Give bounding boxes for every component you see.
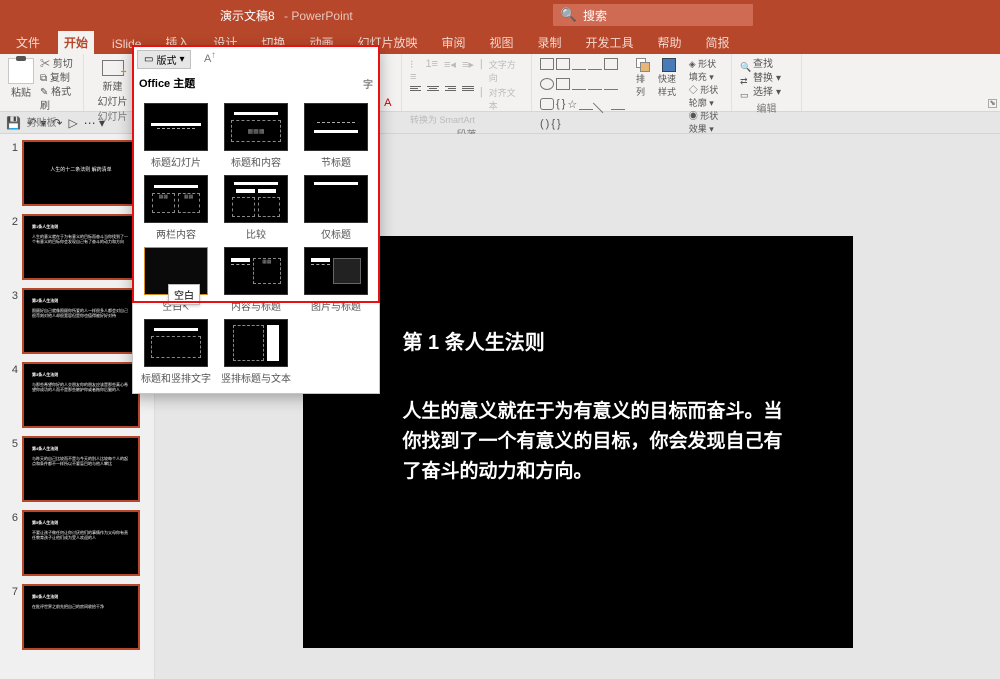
layout-popup: ▭ 版式 ▾ A↑ Office 主题 字 标题幻灯片 ▦▦▦ 标题和内容 节标…	[132, 46, 380, 394]
layout-two-content[interactable]: ▦▦▦▦ 两栏内容	[141, 175, 211, 241]
new-slide-button[interactable]: 新建 幻灯片	[92, 58, 133, 108]
align-center-button[interactable]	[427, 86, 438, 98]
document-title: 演示文稿8 - PowerPoint	[220, 7, 353, 24]
paste-button[interactable]: 粘贴	[8, 58, 34, 114]
arrange-button[interactable]: 排列	[636, 58, 650, 136]
text-direction-button[interactable]: 文字方向	[489, 58, 523, 84]
paste-icon	[8, 58, 34, 84]
fontcolor-button[interactable]: A	[383, 97, 393, 109]
format-painter-button[interactable]: ✎ 格式刷	[40, 86, 75, 114]
align-right-button[interactable]	[445, 86, 456, 98]
slide-title[interactable]: 第 1 条人生法则	[403, 326, 793, 355]
find-icon	[740, 60, 750, 70]
layout-comparison[interactable]: 比较	[221, 175, 291, 241]
select-button[interactable]: 选择 ▾	[740, 86, 793, 100]
layout-vertical-title-text[interactable]: 竖排标题与文本	[221, 319, 291, 385]
search-icon: 🔍	[561, 7, 577, 23]
tab-developer[interactable]: 开发工具	[580, 31, 640, 54]
indent-right-button[interactable]: ≡▸	[462, 58, 474, 84]
slide-thumbnail[interactable]: 2 第1条人生法则人生的意义就在于为有意义的目标而奋斗当你找到了一个有意义的目标…	[4, 214, 150, 280]
quick-styles-button[interactable]: 快速样式	[658, 58, 681, 136]
align-text-button[interactable]: 对齐文本	[489, 86, 523, 112]
app-name: - PowerPoint	[284, 9, 353, 23]
find-button[interactable]: 查找	[740, 58, 793, 72]
select-icon	[740, 88, 750, 98]
slide-thumbnail[interactable]: 1 人生的十二条法则 解药清单	[4, 140, 150, 206]
layout-section-header[interactable]: 节标题	[301, 103, 371, 169]
cut-button[interactable]: ✂ 剪切	[40, 58, 75, 72]
layout-title-vertical-text[interactable]: 标题和竖排文字	[141, 319, 211, 385]
slide-thumbnail[interactable]: 4 第3条人生法则与那些希望你好的人交朋友你的朋友应该是那些真心希望你成功的人而…	[4, 362, 150, 428]
shape-fill-button[interactable]: ◈ 形状填充 ▾	[689, 58, 723, 84]
slide-body[interactable]: 人生的意义就在于为有意义的目标而奋斗。当你找到了一个有意义的目标，你会发现自己有…	[403, 397, 793, 488]
slide-icon	[102, 60, 124, 76]
editing-group: 查找 替换 ▾ 选择 ▾ 编辑	[732, 54, 802, 111]
replace-icon	[740, 74, 750, 84]
drawing-launcher-icon[interactable]: ⬊	[988, 99, 997, 108]
shape-effects-button[interactable]: ◉ 形状效果 ▾	[689, 110, 723, 136]
tab-help[interactable]: 帮助	[652, 31, 688, 54]
layout-section-header: Office 主题 字	[133, 71, 379, 95]
tab-home[interactable]: 开始	[58, 31, 94, 54]
clipboard-group: 粘贴 ✂ 剪切 ⧉ 复制 ✎ 格式刷 剪贴板 ⬊	[0, 54, 84, 111]
tab-record[interactable]: 录制	[532, 31, 568, 54]
tab-view[interactable]: 视图	[483, 31, 519, 54]
layout-dropdown-button[interactable]: ▭ 版式 ▾	[137, 50, 191, 69]
editing-label: 编辑	[740, 100, 793, 115]
layout-picture-caption[interactable]: 图片与标题	[301, 247, 371, 313]
slide-thumbnail[interactable]: 3 第2条人生法则照顾好自己就像照顾你所爱的人一样很多人都会对自己很苛刻对他人却…	[4, 288, 150, 354]
title-bar: 演示文稿8 - PowerPoint 🔍 搜索	[0, 0, 1000, 30]
shape-gallery[interactable]: {}☆ (){}	[540, 58, 628, 136]
doc-name: 演示文稿8	[220, 9, 275, 23]
layout-title-only[interactable]: 仅标题	[301, 175, 371, 241]
tab-review[interactable]: 审阅	[435, 31, 471, 54]
search-box[interactable]: 🔍 搜索	[553, 4, 753, 26]
smartart-button[interactable]: 转换为 SmartArt	[410, 113, 523, 126]
search-placeholder: 搜索	[583, 7, 607, 24]
layout-content-caption[interactable]: ▦▦ 内容与标题	[221, 247, 291, 313]
tab-file[interactable]: 文件	[10, 31, 46, 54]
layout-tooltip: 空白	[168, 284, 200, 305]
align-left-button[interactable]	[410, 86, 421, 98]
slide-thumbnail[interactable]: 7 第6条人生法则在批评世界之前先把自己的房间收拾干净	[4, 584, 150, 650]
layout-title-content[interactable]: ▦▦▦ 标题和内容	[221, 103, 291, 169]
clipboard-label: 剪贴板	[8, 114, 75, 129]
slide-thumbnail[interactable]: 5 第4条人生法则与昨天的自己比较而不是与今天的别人比较每个人的起点和条件都不一…	[4, 436, 150, 502]
bullets-button[interactable]: ⁝≡	[410, 58, 419, 84]
copy-button[interactable]: ⧉ 复制	[40, 72, 75, 86]
numbers-button[interactable]: 1≡	[425, 58, 438, 84]
slide-thumbnail[interactable]: 6 第5条人生法则不要让孩子做任何让你讨厌他们的事情作为父母你有责任教育孩子让他…	[4, 510, 150, 576]
layout-title-slide[interactable]: 标题幻灯片	[141, 103, 211, 169]
tab-brief[interactable]: 简报	[700, 31, 736, 54]
shape-outline-button[interactable]: ◇ 形状轮廓 ▾	[689, 84, 723, 110]
main-slide[interactable]: 第 1 条人生法则 人生的意义就在于为有意义的目标而奋斗。当你找到了一个有意义的…	[303, 236, 853, 648]
clipboard-items: ✂ 剪切 ⧉ 复制 ✎ 格式刷	[40, 58, 75, 114]
replace-button[interactable]: 替换 ▾	[740, 72, 793, 86]
paragraph-group: ⁝≡ 1≡ ≡◂ ≡▸ | 文字方向 | 对齐文本 转换为 SmartArt 段…	[402, 54, 532, 111]
indent-left-button[interactable]: ≡◂	[444, 58, 456, 84]
slides-label: 幻灯片	[92, 108, 133, 123]
layout-grid: 标题幻灯片 ▦▦▦ 标题和内容 节标题 ▦▦▦▦ 两栏内容 比较 仅标题 空白↖…	[133, 95, 379, 393]
shapes-group: {}☆ (){} 排列 快速样式 ◈ 形状填充 ▾ ◇ 形状轮廓 ▾ ◉ 形状效…	[532, 54, 732, 111]
align-justify-button[interactable]	[462, 86, 473, 98]
